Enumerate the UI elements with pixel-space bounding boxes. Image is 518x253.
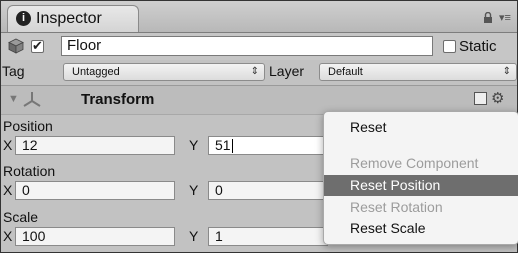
gear-icon[interactable]: ⚙ bbox=[491, 89, 504, 107]
rotation-y-label: Y bbox=[189, 182, 199, 198]
position-y-input[interactable]: 51 bbox=[208, 136, 328, 155]
layer-dropdown[interactable]: Default ⇕ bbox=[319, 63, 517, 81]
component-title: Transform bbox=[81, 91, 155, 108]
static-label: Static bbox=[459, 38, 497, 55]
menu-item-reset[interactable]: Reset bbox=[324, 117, 518, 138]
position-y-value: 51 bbox=[215, 137, 231, 153]
tag-dropdown[interactable]: Untagged ⇕ bbox=[63, 63, 265, 81]
tag-label: Tag bbox=[2, 63, 25, 79]
tab-inspector[interactable]: i Inspector bbox=[7, 5, 139, 32]
info-icon: i bbox=[16, 11, 31, 26]
tab-strip: i Inspector ▾≡ bbox=[1, 1, 517, 33]
rotation-y-input[interactable]: 0 bbox=[208, 181, 328, 200]
fold-arrow-icon[interactable]: ▼ bbox=[8, 93, 19, 105]
tab-label: Inspector bbox=[36, 10, 102, 27]
tag-layer-row: Tag Untagged ⇕ Layer Default ⇕ bbox=[1, 61, 517, 83]
menu-item-reset-rotation: Reset Rotation bbox=[350, 199, 443, 215]
scale-x-input[interactable]: 100 bbox=[15, 227, 175, 246]
text-caret bbox=[231, 139, 233, 154]
tab-menu-icon[interactable]: ▾≡ bbox=[499, 11, 511, 24]
scale-y-label: Y bbox=[189, 228, 199, 244]
transform-icon bbox=[23, 92, 41, 107]
active-checkbox[interactable] bbox=[31, 38, 44, 54]
scale-label: Scale bbox=[3, 209, 39, 225]
lock-icon[interactable] bbox=[483, 12, 493, 23]
component-context-menu: Reset Remove Component Reset Position Re… bbox=[323, 111, 518, 245]
position-y-label: Y bbox=[189, 137, 199, 153]
object-name-input[interactable]: Floor bbox=[61, 36, 433, 56]
layer-label: Layer bbox=[269, 63, 305, 79]
scale-y-input[interactable]: 1 bbox=[208, 227, 328, 246]
position-x-label: X bbox=[3, 137, 13, 153]
dropdown-arrows-icon: ⇕ bbox=[250, 66, 259, 77]
scale-x-label: X bbox=[3, 228, 13, 244]
help-icon[interactable] bbox=[474, 92, 487, 105]
menu-item-reset-position[interactable]: Reset Position bbox=[324, 175, 518, 196]
position-x-input[interactable]: 12 bbox=[15, 136, 175, 155]
cube-icon bbox=[8, 38, 24, 54]
dropdown-arrows-icon: ⇕ bbox=[502, 66, 511, 77]
position-label: Position bbox=[3, 118, 53, 134]
rotation-x-input[interactable]: 0 bbox=[15, 181, 175, 200]
layer-dropdown-value: Default bbox=[328, 66, 363, 78]
rotation-label: Rotation bbox=[3, 163, 56, 179]
rotation-x-label: X bbox=[3, 182, 13, 198]
inspector-window: i Inspector ▾≡ Floor Static Tag Untagged… bbox=[0, 0, 518, 253]
menu-item-reset-scale[interactable]: Reset Scale bbox=[324, 218, 518, 239]
tag-dropdown-value: Untagged bbox=[72, 66, 120, 78]
static-checkbox[interactable] bbox=[443, 40, 456, 53]
object-header: Floor Static bbox=[1, 33, 517, 60]
menu-item-remove-component: Remove Component bbox=[350, 155, 479, 171]
